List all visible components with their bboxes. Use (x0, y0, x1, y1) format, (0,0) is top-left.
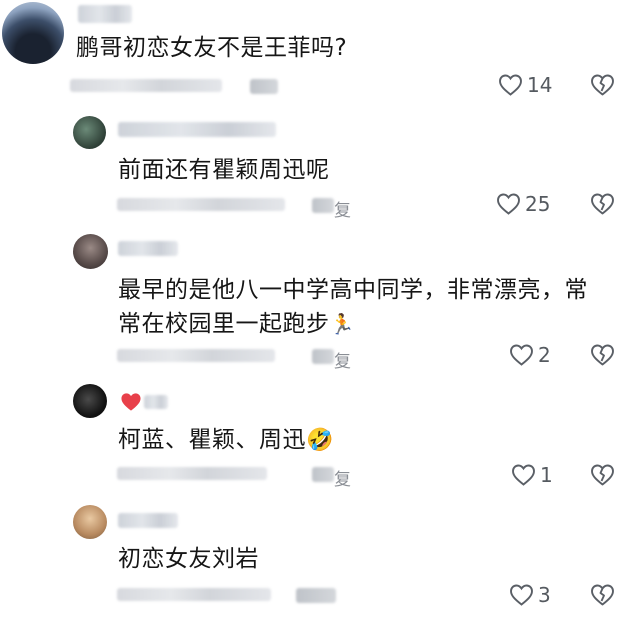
like-count: 2 (538, 343, 551, 367)
comment-line: 最早的是他八一中学高中同学，非常漂亮，常 (118, 277, 588, 303)
username-blurred[interactable] (144, 395, 168, 409)
like-button[interactable]: 1 (511, 463, 553, 487)
dislike-button[interactable] (590, 344, 615, 370)
reply-label[interactable]: 复 (334, 465, 351, 490)
reply-button[interactable] (312, 198, 334, 213)
dislike-button[interactable] (590, 193, 615, 219)
heart-outline-icon (510, 584, 533, 606)
username-blurred[interactable] (118, 513, 178, 528)
comment-text: 鹏哥初恋女友不是王菲吗? (76, 35, 348, 61)
dislike-button[interactable] (590, 74, 615, 100)
runner-emoji: 🏃 (329, 312, 355, 336)
comment-meta-blurred (117, 588, 271, 601)
comment-line: 柯蓝、瞿颖、周迅 (118, 427, 306, 453)
comment-line-with-emoji: 常在校园里一起跑步🏃 (118, 307, 588, 341)
comment-meta-blurred (70, 79, 222, 92)
comment-text: 初恋女友刘岩 (118, 546, 259, 572)
username-blurred[interactable] (78, 5, 132, 23)
heart-outline-icon (499, 74, 522, 96)
like-button[interactable]: 3 (509, 583, 551, 607)
heart-outline-icon (510, 344, 533, 366)
reply-button[interactable] (312, 467, 334, 482)
reply-button[interactable] (312, 349, 334, 364)
reply-label[interactable]: 复 (334, 347, 351, 372)
broken-heart-icon (591, 193, 614, 215)
avatar[interactable] (73, 116, 106, 149)
broken-heart-icon (591, 464, 614, 486)
comment-text: 最早的是他八一中学高中同学，非常漂亮，常 常在校园里一起跑步🏃 (118, 273, 588, 341)
like-count: 14 (527, 73, 553, 97)
comment-meta-blurred (117, 349, 275, 362)
broken-heart-icon (591, 74, 614, 96)
reply-button[interactable] (250, 79, 278, 94)
dislike-button[interactable] (590, 584, 615, 610)
like-count: 3 (538, 583, 551, 607)
heart-outline-icon (497, 193, 520, 215)
like-count: 1 (540, 463, 553, 487)
avatar[interactable] (73, 505, 107, 539)
like-button[interactable]: 14 (498, 73, 552, 97)
avatar[interactable] (73, 384, 107, 418)
comment-line: 常在校园里一起跑步 (118, 311, 330, 337)
heart-outline-icon (512, 464, 535, 486)
username-blurred[interactable] (118, 122, 276, 137)
username-blurred[interactable] (118, 241, 178, 256)
reply-label[interactable]: 复 (334, 196, 351, 221)
avatar[interactable] (2, 2, 64, 64)
comment-meta-blurred (117, 198, 285, 211)
laughing-emoji: 🤣 (306, 428, 334, 453)
avatar[interactable] (73, 234, 108, 269)
like-button[interactable]: 25 (496, 192, 550, 216)
like-count: 25 (525, 192, 551, 216)
comment-text: 前面还有瞿颖周迅呢 (118, 157, 330, 183)
comment-text: 柯蓝、瞿颖、周迅🤣 (118, 423, 334, 458)
reply-button[interactable] (296, 588, 336, 603)
broken-heart-icon (591, 344, 614, 366)
red-heart-icon (121, 393, 141, 411)
dislike-button[interactable] (590, 464, 615, 490)
broken-heart-icon (591, 584, 614, 606)
comment-meta-blurred (117, 467, 267, 480)
like-button[interactable]: 2 (509, 343, 551, 367)
